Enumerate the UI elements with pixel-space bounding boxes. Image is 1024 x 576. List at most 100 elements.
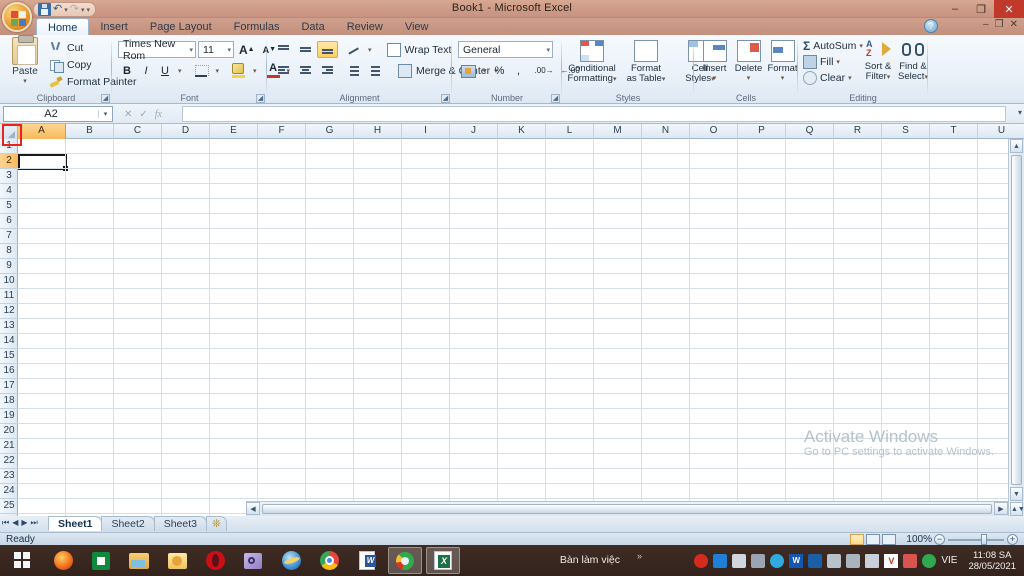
row-header-14[interactable]: 14 [0,334,18,349]
tray-app-blue-icon[interactable] [770,553,785,568]
expand-formula-bar-icon[interactable]: ▾ [1018,108,1022,117]
accounting-format-button[interactable] [458,62,479,79]
align-center-button[interactable] [295,62,316,79]
underline-caret-icon[interactable]: ▾ [175,62,185,79]
taskbar-clock[interactable]: 11:08 SA 28/05/2021 [962,550,1022,572]
help-icon[interactable]: ? [924,19,938,33]
orientation-caret-icon[interactable]: ▾ [365,41,375,58]
insert-function-icon[interactable]: fx [155,109,162,120]
enter-formula-icon[interactable]: ✓ [139,109,147,120]
row-header-6[interactable]: 6 [0,214,18,229]
taskbar-item-file-explorer[interactable] [122,547,156,574]
bold-button[interactable]: B [118,62,136,79]
scroll-down-button[interactable]: ▼ [1010,487,1023,501]
number-format-select[interactable]: General ▾ [458,41,553,58]
sort-filter-caret-icon[interactable]: ▾ [887,74,891,81]
percent-style-button[interactable]: % [491,62,509,79]
column-header-d[interactable]: D [162,124,210,139]
column-header-u[interactable]: U [978,124,1024,139]
conditional-formatting-button[interactable]: Conditional Formatting▾ [566,38,618,85]
scroll-right-button[interactable]: ▶ [994,502,1008,515]
column-header-k[interactable]: K [498,124,546,139]
borders-button[interactable] [191,62,212,79]
tray-bluetooth-icon[interactable] [713,553,728,568]
column-header-g[interactable]: G [306,124,354,139]
doc-restore-button[interactable]: ❐ [995,19,1004,30]
taskbar-item-microsoft-word[interactable]: W [350,547,384,574]
restore-button[interactable]: ❐ [968,0,994,18]
taskbar-item-microsoft-store[interactable] [84,547,118,574]
orientation-button[interactable] [343,41,364,58]
row-header-23[interactable]: 23 [0,469,18,484]
taskbar-item-key-app[interactable] [236,547,270,574]
tray-network-icon[interactable] [922,553,937,568]
sort-filter-button[interactable]: A Z Sort & Filter▾ [862,38,894,83]
format-as-table-caret-icon[interactable]: ▾ [662,76,666,83]
tray-expand-chevron-icon[interactable]: » [637,551,642,561]
font-name-caret-icon[interactable]: ▾ [189,46,193,54]
row-header-8[interactable]: 8 [0,244,18,259]
tab-review[interactable]: Review [336,18,394,35]
wrap-text-button[interactable]: Wrap Text [384,41,455,58]
insert-cells-caret-icon[interactable]: ▾ [713,74,717,82]
split-box-button[interactable]: ▲▼ [1010,502,1024,516]
font-size-input[interactable]: 11 ▾ [198,41,234,58]
column-header-i[interactable]: I [402,124,450,139]
column-header-j[interactable]: J [450,124,498,139]
column-header-t[interactable]: T [930,124,978,139]
row-header-15[interactable]: 15 [0,349,18,364]
fill-button[interactable]: Fill ▾ [803,54,863,70]
zoom-out-button[interactable]: − [934,534,945,545]
column-header-q[interactable]: Q [786,124,834,139]
close-button[interactable]: ✕ [994,0,1024,18]
tray-signal-icon[interactable] [865,553,880,568]
row-header-21[interactable]: 21 [0,439,18,454]
column-header-n[interactable]: N [642,124,690,139]
row-header-4[interactable]: 4 [0,184,18,199]
autosum-button[interactable]: Σ AutoSum ▾ [803,38,863,54]
name-box-caret-icon[interactable]: ▾ [98,110,112,118]
column-header-o[interactable]: O [690,124,738,139]
tray-usb-icon[interactable] [827,553,842,568]
taskbar-item-firefox[interactable] [46,547,80,574]
taskbar-item-opera[interactable] [198,547,232,574]
italic-button[interactable]: I [137,62,155,79]
name-box[interactable]: A2 ▾ [3,106,113,122]
tab-home[interactable]: Home [36,18,90,35]
row-header-11[interactable]: 11 [0,289,18,304]
increase-indent-button[interactable] [365,62,386,79]
comma-style-button[interactable]: , [510,62,528,79]
row-header-18[interactable]: 18 [0,394,18,409]
formula-input[interactable] [182,106,1006,122]
tab-insert[interactable]: Insert [89,18,139,35]
column-header-f[interactable]: F [258,124,306,139]
horizontal-scroll-thumb[interactable] [262,504,992,514]
vertical-scrollbar[interactable]: ▲ ▼ ▲▼ [1008,139,1024,516]
row-header-2[interactable]: 2 [0,154,18,169]
zoom-slider-handle[interactable] [981,534,987,545]
page-layout-view-button[interactable] [866,534,880,545]
align-middle-button[interactable] [295,41,316,58]
row-header-7[interactable]: 7 [0,229,18,244]
column-header-l[interactable]: L [546,124,594,139]
next-sheet-button[interactable]: ▶ [21,518,27,528]
clipboard-dialog-launcher[interactable]: ◢ [101,94,110,103]
row-header-12[interactable]: 12 [0,304,18,319]
format-cells-button[interactable]: Format ▾ [766,38,799,82]
row-header-17[interactable]: 17 [0,379,18,394]
align-bottom-button[interactable] [317,41,338,58]
tray-volume-icon[interactable] [903,553,918,568]
decrease-indent-button[interactable] [343,62,364,79]
doc-close-button[interactable]: ✕ [1010,19,1018,30]
zoom-level-label[interactable]: 100% [906,534,932,545]
taskbar-item-green-disc-app[interactable] [388,547,422,574]
row-header-3[interactable]: 3 [0,169,18,184]
tray-language-indicator[interactable]: VIE [941,555,957,566]
row-header-10[interactable]: 10 [0,274,18,289]
row-header-22[interactable]: 22 [0,454,18,469]
grow-font-button[interactable]: A ▲ [236,41,258,58]
cancel-formula-icon[interactable]: ✕ [124,109,132,120]
row-header-25[interactable]: 25 [0,499,18,514]
cell-grid[interactable] [18,139,1024,516]
tray-antivirus-icon[interactable] [732,553,747,568]
